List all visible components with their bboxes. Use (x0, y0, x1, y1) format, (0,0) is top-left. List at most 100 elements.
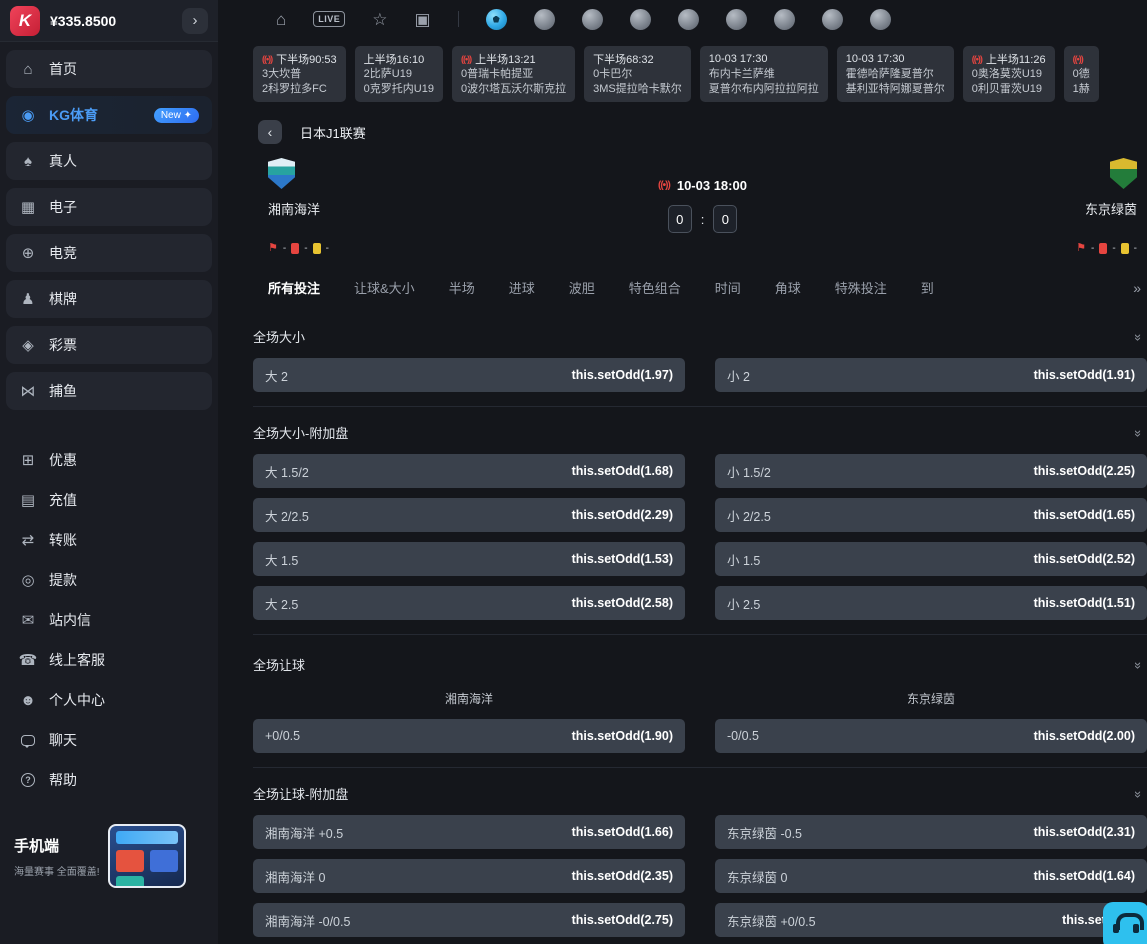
match-card[interactable]: 10-03 17:30 霍德哈萨隆夏普尔 基利亚特阿娜夏普尔 (837, 46, 954, 102)
sports-nav-bar: ⌂ LIVE ☆ ▣ (218, 0, 1147, 38)
bet-option-cell[interactable]: 大 1.5this.setOdd(1.53) (253, 542, 685, 576)
tab-all-bets[interactable]: 所有投注 (268, 278, 320, 297)
badminton-icon[interactable] (630, 9, 651, 30)
sidebar-item-customer-service[interactable]: ☎ 线上客服 (6, 640, 212, 680)
bet-option-cell[interactable]: 小 2.5this.setOdd(1.51) (715, 586, 1147, 620)
volleyball-icon[interactable] (774, 9, 795, 30)
tab-time[interactable]: 时间 (715, 278, 741, 297)
bet-grid: +0/0.5this.setOdd(1.90) -0/0.5this.setOd… (253, 719, 1147, 753)
sidebar-item-esports[interactable]: ⊕ 电竞 (6, 234, 212, 272)
soccer-icon[interactable] (486, 9, 507, 30)
tab-special-combo[interactable]: 特色组合 (629, 278, 681, 297)
sidebar-item-live-casino[interactable]: ♠ 真人 (6, 142, 212, 180)
withdraw-icon: ◎ (19, 571, 37, 589)
tab-handicap-over-under[interactable]: 让球&大小 (354, 278, 415, 297)
match-card[interactable]: ((•))上半场13:21 0普瑞卡帕提亚 0波尔塔瓦沃尔斯克拉 (452, 46, 575, 102)
back-button[interactable]: ‹ (258, 120, 282, 144)
sidebar-item-home[interactable]: ⌂ 首页 (6, 50, 212, 88)
sidebar: K ¥335.8500 › ⌂ 首页 ◉ KG体育 New ✦ ♠ 真人 ▦ 电… (0, 0, 218, 944)
tab-correct-score[interactable]: 波胆 (569, 278, 595, 297)
home-icon[interactable]: ⌂ (276, 11, 286, 28)
bet-option-cell[interactable]: 东京绿茵 -0.5this.setOdd(2.31) (715, 815, 1147, 849)
bet-option-cell[interactable]: 大 1.5/2this.setOdd(1.68) (253, 454, 685, 488)
match-card[interactable]: 10-03 17:30 布内卡兰萨维 夏普尔布内阿拉拉阿拉 (700, 46, 828, 102)
gift-icon: ⊞ (19, 451, 37, 469)
soccer-ball-icon: ◉ (19, 106, 37, 124)
sidebar-item-lottery[interactable]: ◈ 彩票 (6, 326, 212, 364)
collapse-chevron-icon[interactable]: » (1131, 430, 1146, 435)
match-card[interactable]: 下半场68:32 0卡巴尔 3MS提拉哈卡默尔 (584, 46, 691, 102)
tab-half[interactable]: 半场 (449, 278, 475, 297)
bet-option-cell[interactable]: 湘南海洋 -0/0.5this.setOdd(2.75) (253, 903, 685, 937)
bet-option-cell[interactable]: 小 1.5/2this.setOdd(2.25) (715, 454, 1147, 488)
bet-option-cell[interactable]: -0/0.5this.setOdd(2.00) (715, 719, 1147, 753)
slot-machine-icon: ▦ (19, 198, 37, 216)
bet-option-cell[interactable]: +0/0.5this.setOdd(1.90) (253, 719, 685, 753)
sidebar-item-label: 首页 (49, 59, 77, 79)
sidebar-item-label: 线上客服 (49, 650, 105, 670)
balance-expand-button[interactable]: › (182, 8, 208, 34)
away-team-block: 东京绿茵 ⚑- - - (847, 158, 1137, 254)
customer-service-fab[interactable] (1103, 902, 1147, 944)
bet-option-cell[interactable]: 小 2this.setOdd(1.91) (715, 358, 1147, 392)
baseball-icon[interactable] (582, 9, 603, 30)
match-card[interactable]: ((•))上半场11:26 0奥洛莫茨U19 0利贝雷茨U19 (963, 46, 1055, 102)
chevron-right-icon: › (193, 12, 198, 29)
tab-corners[interactable]: 角球 (775, 278, 801, 297)
cards-icon: ♠ (19, 153, 37, 170)
bet-option-cell[interactable]: 湘南海洋 +0.5this.setOdd(1.66) (253, 815, 685, 849)
bet-option-cell[interactable]: 东京绿茵 +0/0.5this.setOdd( (715, 903, 1147, 937)
sidebar-item-help[interactable]: ? 帮助 (6, 760, 212, 800)
sidebar-item-kg-sports[interactable]: ◉ KG体育 New ✦ (6, 96, 212, 134)
tabs-overflow-chevron-icon[interactable]: » (1133, 280, 1141, 296)
sidebar-item-label: 个人中心 (49, 690, 105, 710)
section-title: 全场大小-附加盘 (253, 423, 348, 442)
american-football-icon[interactable] (726, 9, 747, 30)
corner-flag-icon: ⚑ (1076, 243, 1086, 254)
away-team-logo (1110, 158, 1137, 189)
sidebar-item-inbox[interactable]: ✉ 站内信 (6, 600, 212, 640)
bet-option-cell[interactable]: 湘南海洋 0this.setOdd(2.35) (253, 859, 685, 893)
bet-option-cell[interactable]: 大 2/2.5this.setOdd(2.29) (253, 498, 685, 532)
app-logo[interactable]: K (10, 6, 40, 36)
sidebar-item-promotions[interactable]: ⊞ 优惠 (6, 440, 212, 480)
collapse-chevron-icon[interactable]: » (1131, 334, 1146, 339)
bet-option-cell[interactable]: 大 2this.setOdd(1.97) (253, 358, 685, 392)
bet-option-cell[interactable]: 小 1.5this.setOdd(2.52) (715, 542, 1147, 576)
sidebar-item-label: 站内信 (49, 610, 91, 630)
bet-option-cell[interactable]: 东京绿茵 0this.setOdd(1.64) (715, 859, 1147, 893)
match-card[interactable]: ((•))下半场90:53 3大坎普 2科罗拉多FC (253, 46, 346, 102)
match-card[interactable]: ((•)) 0德 1赫 (1064, 46, 1099, 102)
live-icon: ((•)) (262, 54, 272, 64)
bowling-icon[interactable] (822, 9, 843, 30)
sidebar-item-profile[interactable]: ☻ 个人中心 (6, 680, 212, 720)
market-section-full-over-under-extra: 全场大小-附加盘 » 大 1.5/2this.setOdd(1.68) 小 1.… (253, 423, 1147, 635)
promo-title: 手机端 (14, 835, 100, 856)
sidebar-item-board-games[interactable]: ♟ 棋牌 (6, 280, 212, 318)
sidebar-item-fishing[interactable]: ⋈ 捕鱼 (6, 372, 212, 410)
mobile-app-preview[interactable] (108, 824, 186, 888)
bet-option-cell[interactable]: 大 2.5this.setOdd(2.58) (253, 586, 685, 620)
basketball-icon[interactable] (534, 9, 555, 30)
bet-option-cell[interactable]: 小 2/2.5this.setOdd(1.65) (715, 498, 1147, 532)
chess-piece-icon: ♟ (19, 290, 37, 308)
bet-slip-icon[interactable]: ▣ (415, 11, 431, 28)
sidebar-item-withdraw[interactable]: ◎ 提款 (6, 560, 212, 600)
transfer-arrows-icon: ⇄ (19, 531, 37, 549)
athletics-icon[interactable] (870, 9, 891, 30)
sidebar-item-deposit[interactable]: ▤ 充值 (6, 480, 212, 520)
match-card[interactable]: 上半场16:10 2比萨U19 0克罗托内U19 (355, 46, 443, 102)
sidebar-item-slots[interactable]: ▦ 电子 (6, 188, 212, 226)
live-tab[interactable]: LIVE (313, 11, 345, 27)
favorites-star-icon[interactable]: ☆ (372, 11, 387, 28)
live-icon: ((•)) (1073, 54, 1083, 64)
tab-special-bets[interactable]: 特殊投注 (835, 278, 887, 297)
collapse-chevron-icon[interactable]: » (1131, 791, 1146, 796)
sidebar-item-label: 聊天 (49, 730, 77, 750)
sidebar-item-chat[interactable]: 聊天 (6, 720, 212, 760)
table-tennis-icon[interactable] (678, 9, 699, 30)
tab-clipped[interactable]: 到 (921, 278, 934, 297)
sidebar-item-transfer[interactable]: ⇄ 转账 (6, 520, 212, 560)
collapse-chevron-icon[interactable]: » (1131, 662, 1146, 667)
tab-goals[interactable]: 进球 (509, 278, 535, 297)
